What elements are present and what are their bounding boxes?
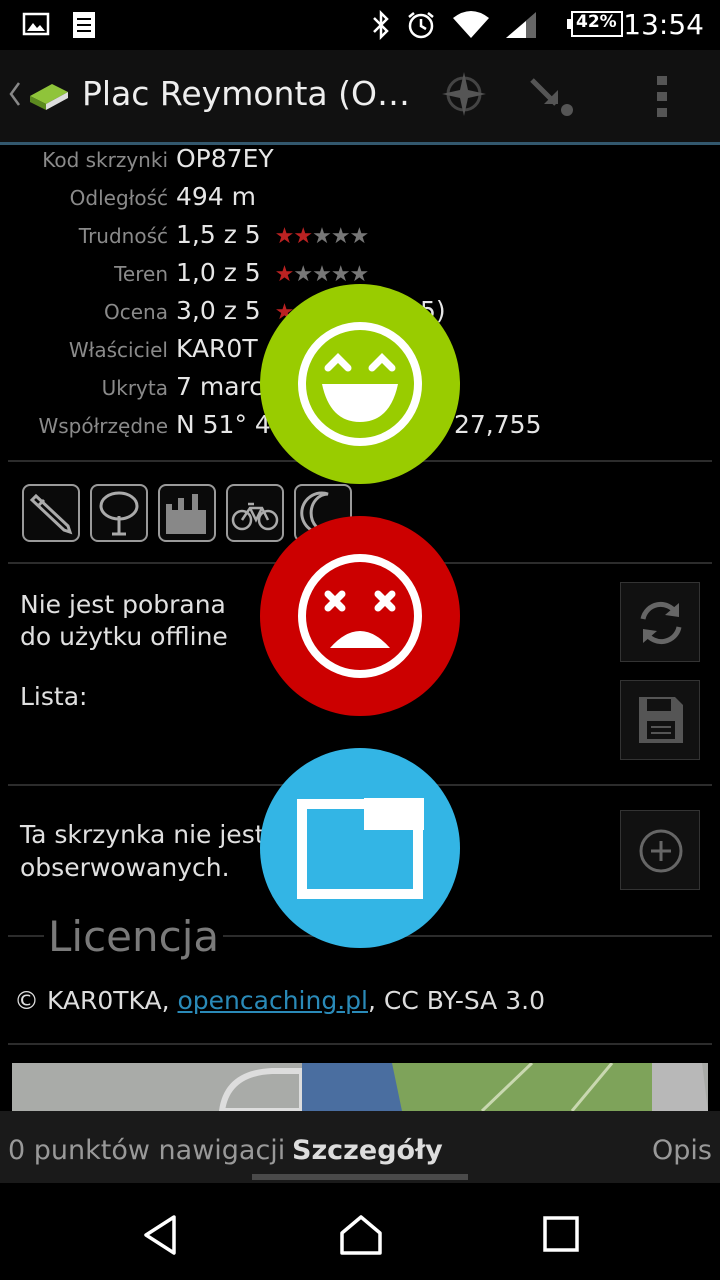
difficulty-label: Trudność xyxy=(78,224,168,248)
terrain-value: 1,0 z 5 xyxy=(176,258,261,287)
wifi-icon xyxy=(452,10,490,44)
compass-icon[interactable] xyxy=(440,70,488,122)
license-link[interactable]: opencaching.pl xyxy=(178,986,368,1015)
terrain-value-wrap: 1,0 z 5 ★★★★★ xyxy=(176,258,369,287)
sad-face-icon xyxy=(298,554,422,678)
status-bar: 42% 13:54 xyxy=(0,0,720,50)
add-watch-button[interactable] xyxy=(620,810,700,890)
rating-label: Ocena xyxy=(104,300,168,324)
save-button[interactable] xyxy=(620,680,700,760)
coords-value-left: N 51° 4 xyxy=(176,410,271,439)
tab-strip: 0 punktów nawigacji Szczegóły Opis xyxy=(0,1111,720,1183)
save-icon xyxy=(639,697,683,743)
window-button[interactable] xyxy=(260,748,460,948)
attribute-tree[interactable] xyxy=(90,484,148,542)
detail-row-difficulty: Trudność 1,5 z 5 ★★★★★ xyxy=(0,218,720,256)
rating-value: 3,0 z 5 xyxy=(176,296,261,325)
owner-value[interactable]: KAR0T xyxy=(176,334,258,363)
distance-label: Odległość xyxy=(69,186,168,210)
license-prefix: © KAR0TKA, xyxy=(14,986,178,1015)
refresh-icon xyxy=(640,602,682,644)
hidden-value: 7 marc xyxy=(176,372,263,401)
terrain-label: Teren xyxy=(114,262,168,286)
plus-circle-icon xyxy=(639,829,683,873)
map-preview xyxy=(12,1063,708,1111)
overflow-menu-icon[interactable] xyxy=(652,74,672,124)
page-title: Plac Reymonta (O… xyxy=(82,74,410,113)
sad-face-button[interactable] xyxy=(260,516,460,716)
pencil-icon xyxy=(29,493,73,535)
back-icon[interactable] xyxy=(8,80,22,112)
offline-status-line1: Nie jest pobrana xyxy=(20,590,226,619)
coords-label: Współrzędne xyxy=(38,414,168,438)
back-nav-icon[interactable] xyxy=(140,1213,180,1261)
bluetooth-icon xyxy=(370,9,392,44)
tab-indicator xyxy=(252,1174,468,1180)
action-bar: Plac Reymonta (O… xyxy=(0,50,720,145)
watch-status-line2: obserwowanych. xyxy=(20,853,230,882)
window-icon xyxy=(297,798,424,899)
detail-row-distance: Odległość 494 m xyxy=(0,180,720,218)
coords-value-right: 27,755 xyxy=(454,410,542,439)
detail-row-code: Kod skrzynki OP87EY xyxy=(0,142,720,180)
license-text: © KAR0TKA, opencaching.pl, CC BY-SA 3.0 xyxy=(14,986,545,1015)
battery-percent: 42% xyxy=(576,12,617,32)
owner-label: Właściciel xyxy=(68,338,168,362)
refresh-button[interactable] xyxy=(620,582,700,662)
attribute-pencil[interactable] xyxy=(22,484,80,542)
hidden-label: Ukryta xyxy=(101,376,168,400)
watch-status-line1: Ta skrzynka nie jest xyxy=(20,820,265,849)
license-suffix: , CC BY-SA 3.0 xyxy=(367,986,545,1015)
clock: 13:54 xyxy=(623,8,704,41)
image-icon xyxy=(22,10,50,42)
difficulty-value-wrap: 1,5 z 5 ★★★★★ xyxy=(176,220,370,249)
recents-nav-icon[interactable] xyxy=(542,1215,580,1257)
tree-icon xyxy=(99,491,139,536)
tab-waypoints[interactable]: 0 punktów nawigacji xyxy=(8,1135,285,1166)
map-thumbnail[interactable] xyxy=(12,1063,708,1111)
navigation-bar xyxy=(0,1183,720,1280)
divider xyxy=(8,1043,712,1045)
code-label: Kod skrzynki xyxy=(42,148,168,172)
home-nav-icon[interactable] xyxy=(338,1213,384,1261)
navigate-icon[interactable] xyxy=(528,74,576,124)
alarm-icon xyxy=(406,10,436,44)
castle-icon xyxy=(166,494,206,534)
distance-value: 494 m xyxy=(176,182,257,211)
list-label: Lista: xyxy=(20,682,88,711)
checklist-icon xyxy=(70,10,98,44)
difficulty-stars: ★★★★★ xyxy=(274,224,370,249)
happy-face-button[interactable] xyxy=(260,284,460,484)
signal-icon xyxy=(504,10,538,44)
tab-description[interactable]: Opis xyxy=(652,1135,712,1166)
tab-details[interactable]: Szczegóły xyxy=(292,1135,443,1166)
license-heading: Licencja xyxy=(44,912,224,961)
difficulty-value: 1,5 z 5 xyxy=(176,220,261,249)
code-value: OP87EY xyxy=(176,144,274,173)
offline-status-line2: do użytku offline xyxy=(20,622,228,651)
cache-book-icon[interactable] xyxy=(26,74,72,118)
happy-face-icon xyxy=(298,322,422,446)
attribute-castle[interactable] xyxy=(158,484,216,542)
